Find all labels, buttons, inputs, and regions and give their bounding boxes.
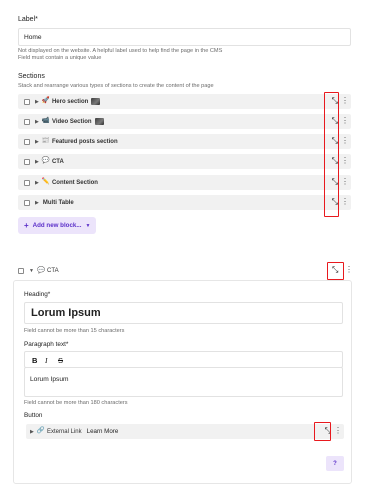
newspaper-icon: 📰 bbox=[41, 137, 50, 145]
expand-triangle-icon[interactable]: ▶ bbox=[30, 429, 34, 435]
speech-bubble-icon: 💬 bbox=[41, 157, 50, 165]
add-block-button[interactable]: + Add new block... ▼ bbox=[18, 217, 96, 234]
italic-button[interactable]: I bbox=[45, 356, 48, 365]
help-button[interactable]: ? bbox=[326, 456, 344, 471]
paragraph-value: Lorum Ipsum bbox=[30, 376, 69, 383]
cta-block-title: CTA bbox=[47, 268, 59, 275]
expand-triangle-icon[interactable]: ▶ bbox=[35, 139, 39, 145]
paragraph-label: Paragraph text* bbox=[24, 341, 69, 348]
row-checkbox[interactable] bbox=[24, 179, 30, 186]
label-field-label: Label* bbox=[18, 16, 38, 23]
kebab-menu-icon[interactable]: ⋮ bbox=[345, 265, 353, 274]
section-row-multi-table[interactable]: ▶ Multi Table ⤡ ⋮ bbox=[18, 195, 351, 210]
highlight-box bbox=[327, 262, 344, 280]
kebab-menu-icon[interactable]: ⋮ bbox=[341, 177, 349, 186]
kebab-menu-icon[interactable]: ⋮ bbox=[341, 156, 349, 165]
cta-checkbox[interactable] bbox=[18, 268, 24, 275]
section-row-featured-posts[interactable]: ▶ 📰 Featured posts section ⤡ ⋮ bbox=[18, 134, 351, 149]
kebab-menu-icon[interactable]: ⋮ bbox=[341, 197, 349, 206]
heading-label: Heading* bbox=[24, 291, 51, 298]
section-name: CTA bbox=[51, 158, 64, 165]
video-camera-icon: 📹 bbox=[41, 117, 50, 125]
expand-triangle-icon[interactable]: ▶ bbox=[35, 119, 39, 125]
speech-bubble-icon: 💬 bbox=[36, 267, 46, 274]
rocket-icon: 🚀 bbox=[41, 97, 50, 105]
cta-block-header[interactable]: ▼ 💬 CTA bbox=[18, 267, 59, 275]
row-checkbox[interactable] bbox=[24, 199, 30, 206]
paragraph-help: Field cannot be more than 180 characters bbox=[24, 400, 128, 406]
section-row-cta[interactable]: ▶ 💬 CTA ⤡ ⋮ bbox=[18, 154, 351, 169]
pencil-icon: ✏️ bbox=[41, 178, 50, 186]
row-checkbox[interactable] bbox=[24, 158, 30, 165]
row-checkbox[interactable] bbox=[24, 98, 30, 105]
section-thumbnail bbox=[91, 98, 101, 105]
strikethrough-button[interactable]: S bbox=[58, 356, 63, 365]
add-block-label: Add new block... bbox=[32, 222, 82, 229]
heading-input[interactable]: Lorum Ipsum bbox=[24, 302, 343, 324]
heading-help: Field cannot be more than 15 characters bbox=[24, 328, 125, 334]
kebab-menu-icon[interactable]: ⋮ bbox=[341, 136, 349, 145]
paragraph-editor[interactable]: Lorum Ipsum bbox=[24, 367, 343, 397]
label-help-1: Not displayed on the website. A helpful … bbox=[18, 48, 223, 54]
button-row[interactable]: ▶ 🔗 External Link Learn More ⤡ ⋮ bbox=[26, 424, 344, 439]
expand-triangle-icon[interactable]: ▶ bbox=[35, 159, 39, 165]
highlight-box bbox=[314, 422, 331, 441]
link-icon: 🔗 bbox=[36, 427, 45, 435]
expand-triangle-icon[interactable]: ▶ bbox=[35, 99, 39, 105]
kebab-menu-icon[interactable]: ⋮ bbox=[334, 426, 342, 435]
label-help-2: Field must contain a unique value bbox=[18, 55, 102, 61]
expand-triangle-icon[interactable]: ▶ bbox=[35, 180, 39, 186]
section-row-video[interactable]: ▶ 📹 Video Section ⤡ ⋮ bbox=[18, 114, 351, 129]
chevron-down-icon: ▼ bbox=[85, 222, 91, 229]
section-name: Multi Table bbox=[42, 199, 74, 206]
expand-triangle-icon[interactable]: ▶ bbox=[35, 200, 39, 206]
kebab-menu-icon[interactable]: ⋮ bbox=[341, 116, 349, 125]
button-text: Learn More bbox=[86, 428, 119, 435]
section-row-content[interactable]: ▶ ✏️ Content Section ⤡ ⋮ bbox=[18, 175, 351, 190]
plus-icon: + bbox=[24, 221, 29, 230]
section-name: Content Section bbox=[51, 179, 98, 186]
collapse-triangle-icon[interactable]: ▼ bbox=[29, 268, 34, 274]
sections-title: Sections bbox=[18, 73, 45, 80]
section-name: Hero section bbox=[51, 98, 89, 105]
button-type: External Link bbox=[46, 428, 82, 435]
rich-text-toolbar: B I S bbox=[24, 351, 343, 368]
section-row-hero[interactable]: ▶ 🚀 Hero section ⤡ ⋮ bbox=[18, 94, 351, 109]
label-input-value: Home bbox=[24, 33, 42, 41]
highlight-box bbox=[324, 92, 339, 217]
section-name: Featured posts section bbox=[51, 138, 118, 145]
row-checkbox[interactable] bbox=[24, 118, 30, 125]
section-thumbnail bbox=[94, 118, 104, 125]
row-checkbox[interactable] bbox=[24, 138, 30, 145]
label-input[interactable]: Home bbox=[18, 28, 351, 46]
kebab-menu-icon[interactable]: ⋮ bbox=[341, 96, 349, 105]
section-name: Video Section bbox=[51, 118, 92, 125]
sections-description: Stack and rearrange various types of sec… bbox=[18, 83, 214, 89]
heading-input-value: Lorum Ipsum bbox=[31, 307, 101, 319]
bold-button[interactable]: B bbox=[32, 356, 37, 365]
button-label: Button bbox=[24, 412, 43, 419]
